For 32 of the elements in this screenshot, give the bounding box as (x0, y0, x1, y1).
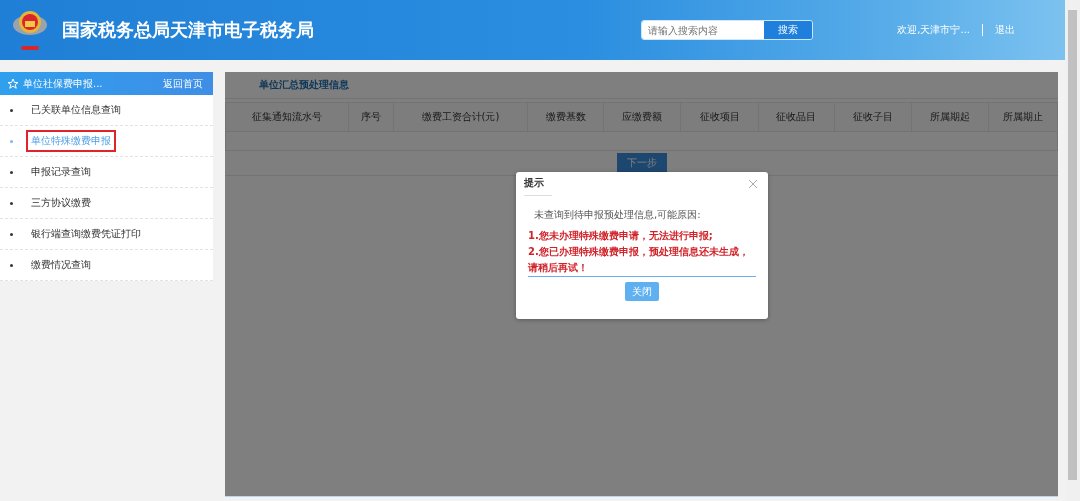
column-header: 征收子目 (834, 102, 912, 132)
column-header: 应缴费额 (603, 102, 681, 132)
sidebar-item[interactable]: 缴费情况查询 (26, 254, 96, 276)
search-button[interactable]: 搜索 (764, 21, 813, 39)
dialog-title: 提示 (524, 172, 552, 196)
section-title: 单位汇总预处理信息 (225, 72, 1058, 99)
column-header: 缴费工资合计(元) (393, 102, 528, 132)
welcome-text: 欢迎,天津市宁... (897, 23, 970, 37)
column-header: 缴费基数 (527, 102, 604, 132)
close-icon[interactable] (748, 179, 758, 189)
reason-text: 1.您未办理特殊缴费申请，无法进行申报; (528, 229, 714, 243)
column-header: 征集通知流水号 (225, 102, 349, 132)
column-header: 所属期起 (911, 102, 989, 132)
column-header: 序号 (348, 102, 394, 132)
reason-text: 2.您已办理特殊缴费申报，预处理信息还未生成，请稍后再试！ (528, 245, 750, 275)
star-icon (7, 77, 19, 90)
sidebar-item[interactable]: 银行端查询缴费凭证打印 (26, 223, 146, 245)
search-field[interactable]: 请输入搜索内容 搜索 (641, 20, 814, 40)
home-link[interactable]: 返回首页 (163, 76, 203, 91)
sidebar-title: 单位社保费申报... (23, 76, 104, 91)
column-header: 所属期止 (988, 102, 1058, 132)
column-header: 征收项目 (680, 102, 759, 132)
sidebar-item[interactable]: 单位特殊缴费申报 (26, 130, 116, 152)
scrollbar-thumb[interactable] (1068, 10, 1077, 480)
column-header: 征收品目 (758, 102, 835, 132)
logout-link[interactable]: 退出 (995, 23, 1015, 37)
sidebar-item[interactable]: 三方协议缴费 (26, 192, 96, 214)
close-button[interactable]: 关闭 (625, 282, 659, 301)
sidebar-item[interactable]: 已关联单位信息查询 (26, 99, 126, 121)
site-title: 国家税务总局天津市电子税务局 (62, 18, 314, 42)
dialog-message: 未查询到待申报预处理信息,可能原因: (534, 208, 702, 222)
sidebar-item[interactable]: 申报记录查询 (26, 161, 96, 183)
